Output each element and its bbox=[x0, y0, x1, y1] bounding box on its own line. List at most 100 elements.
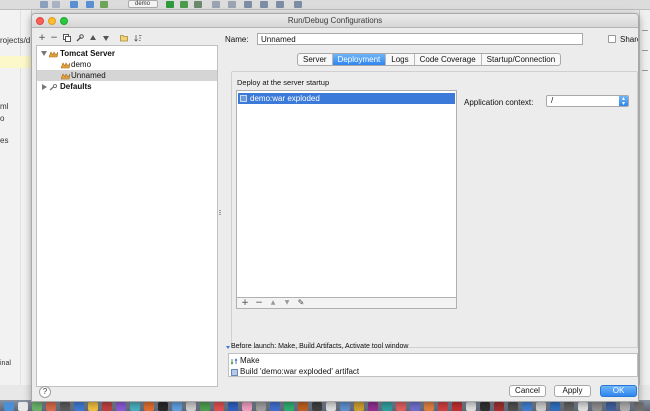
collapse-triangle-icon[interactable] bbox=[226, 346, 230, 349]
dock-app-icon[interactable] bbox=[438, 402, 448, 411]
dock-app-icon[interactable] bbox=[326, 402, 336, 411]
dock-app-icon[interactable] bbox=[354, 402, 364, 411]
minus-icon[interactable]: − bbox=[49, 32, 59, 44]
tree-item-defaults[interactable]: Defaults bbox=[37, 81, 217, 92]
dock-app-icon[interactable] bbox=[116, 402, 126, 411]
toolbar-icon[interactable] bbox=[276, 1, 284, 8]
move-up-button[interactable]: ▲ bbox=[268, 298, 278, 309]
dock-app-icon[interactable] bbox=[200, 402, 210, 411]
dock-app-icon[interactable] bbox=[592, 402, 602, 411]
dock-app-icon[interactable] bbox=[284, 402, 294, 411]
disclosure-closed-icon[interactable] bbox=[42, 84, 47, 90]
dock-app-icon[interactable] bbox=[466, 402, 476, 411]
dock-app-icon[interactable] bbox=[74, 402, 84, 411]
dock-app-icon[interactable] bbox=[32, 402, 42, 411]
chevron-updown-icon[interactable]: ▴ ▾ bbox=[619, 96, 628, 107]
sort-icon[interactable] bbox=[133, 32, 143, 44]
dock-app-icon[interactable] bbox=[396, 402, 406, 411]
dock-app-icon[interactable] bbox=[228, 402, 238, 411]
dock-app-icon[interactable] bbox=[214, 402, 224, 411]
run-icon[interactable] bbox=[166, 1, 174, 8]
dock-app-icon[interactable] bbox=[270, 402, 280, 411]
remove-artifact-button[interactable]: − bbox=[254, 298, 264, 309]
arrow-up-icon[interactable] bbox=[88, 32, 98, 44]
dock-app-icon[interactable] bbox=[606, 402, 616, 411]
dock-app-icon[interactable] bbox=[88, 402, 98, 411]
dock-app-icon[interactable] bbox=[130, 402, 140, 411]
disclosure-open-icon[interactable] bbox=[41, 51, 47, 56]
apply-button[interactable]: Apply bbox=[554, 385, 591, 397]
application-context-select[interactable]: / ▴ ▾ bbox=[546, 95, 629, 107]
toolbar-icon[interactable] bbox=[86, 1, 94, 8]
dock-app-icon[interactable] bbox=[424, 402, 434, 411]
dock-app-icon[interactable] bbox=[494, 402, 504, 411]
dock-app-icon[interactable] bbox=[620, 402, 630, 411]
add-artifact-button[interactable]: + bbox=[240, 298, 250, 309]
dock-app-icon[interactable] bbox=[4, 402, 14, 411]
dock-app-icon[interactable] bbox=[172, 402, 182, 411]
artifact-list-item[interactable]: demo:war exploded bbox=[238, 93, 455, 104]
run-config-selector[interactable]: demo bbox=[128, 0, 158, 8]
toolbar-icon[interactable] bbox=[70, 1, 78, 8]
dock-app-icon[interactable] bbox=[368, 402, 378, 411]
dock-app-icon[interactable] bbox=[508, 402, 518, 411]
before-launch-item-build-artifact[interactable]: Build 'demo:war exploded' artifact bbox=[229, 366, 637, 377]
move-down-button[interactable]: ▼ bbox=[282, 298, 292, 309]
tree-item-demo[interactable]: demo bbox=[37, 59, 217, 70]
dock-app-icon[interactable] bbox=[312, 402, 322, 411]
toolbar-icon[interactable] bbox=[244, 1, 252, 8]
tab-deployment[interactable]: Deployment bbox=[332, 54, 387, 65]
toolbar-icon[interactable] bbox=[294, 1, 302, 8]
copy-icon[interactable] bbox=[62, 32, 72, 44]
toolbar-icon[interactable] bbox=[100, 1, 108, 8]
tab-startup-connection[interactable]: Startup/Connection bbox=[482, 54, 560, 65]
before-launch-header[interactable]: Before launch: Make, Build Artifacts, Ac… bbox=[231, 343, 408, 350]
dock-app-icon[interactable] bbox=[634, 402, 644, 411]
plus-icon[interactable]: + bbox=[37, 32, 47, 44]
dock-app-icon[interactable] bbox=[578, 402, 588, 411]
help-button[interactable]: ? bbox=[39, 386, 51, 398]
toolbar-icon[interactable] bbox=[260, 1, 268, 8]
dock-app-icon[interactable] bbox=[522, 402, 532, 411]
edit-artifact-button[interactable]: ✎ bbox=[296, 298, 306, 309]
toolbar-icon[interactable] bbox=[52, 1, 60, 8]
toolbar-icon[interactable] bbox=[228, 1, 236, 8]
tree-item-unnamed[interactable]: Unnamed bbox=[37, 70, 217, 81]
dock-app-icon[interactable] bbox=[158, 402, 168, 411]
coverage-icon[interactable] bbox=[194, 1, 202, 8]
dock-app-icon[interactable] bbox=[480, 402, 490, 411]
wrench-icon[interactable] bbox=[75, 32, 85, 44]
dock-app-icon[interactable] bbox=[550, 402, 560, 411]
dock-app-icon[interactable] bbox=[564, 402, 574, 411]
dock-app-icon[interactable] bbox=[382, 402, 392, 411]
arrow-down-icon[interactable] bbox=[101, 32, 111, 44]
tab-server[interactable]: Server bbox=[298, 54, 333, 65]
cancel-button[interactable]: Cancel bbox=[509, 385, 546, 397]
before-launch-item-make[interactable]: Make bbox=[229, 355, 637, 366]
dock-app-icon[interactable] bbox=[452, 402, 462, 411]
debug-icon[interactable] bbox=[180, 1, 188, 8]
dock-app-icon[interactable] bbox=[242, 402, 252, 411]
search-icon[interactable] bbox=[40, 1, 48, 8]
name-field[interactable] bbox=[257, 33, 583, 45]
dock-app-icon[interactable] bbox=[340, 402, 350, 411]
dock-app-icon[interactable] bbox=[410, 402, 420, 411]
dock-app-icon[interactable] bbox=[298, 402, 308, 411]
dock-app-icon[interactable] bbox=[144, 402, 154, 411]
dock-app-icon[interactable] bbox=[46, 402, 56, 411]
share-checkbox[interactable] bbox=[608, 35, 616, 43]
terminal-tab-fragment[interactable]: inal bbox=[0, 360, 11, 367]
toolbar-icon[interactable] bbox=[212, 1, 220, 8]
tab-logs[interactable]: Logs bbox=[386, 54, 415, 65]
dock-app-icon[interactable] bbox=[102, 402, 112, 411]
tab-code-coverage[interactable]: Code Coverage bbox=[415, 54, 482, 65]
dock-app-icon[interactable] bbox=[256, 402, 266, 411]
tree-item-tomcat-server[interactable]: Tomcat Server bbox=[37, 48, 217, 59]
dock-app-icon[interactable] bbox=[186, 402, 196, 411]
dock-app-icon[interactable] bbox=[536, 402, 546, 411]
dock-app-icon[interactable] bbox=[60, 402, 70, 411]
folder-icon[interactable] bbox=[119, 32, 129, 44]
splitter-handle[interactable] bbox=[219, 210, 221, 218]
ok-button[interactable]: OK bbox=[600, 385, 637, 397]
dock-app-icon[interactable] bbox=[18, 402, 28, 411]
